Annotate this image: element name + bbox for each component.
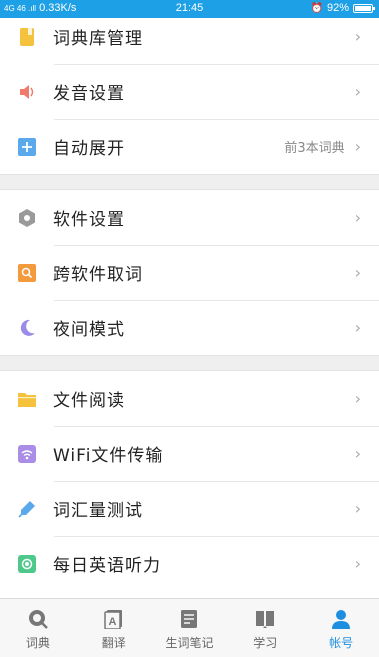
chevron-right-icon: › [354, 554, 361, 573]
chevron-right-icon: › [354, 208, 361, 227]
speaker-icon [18, 83, 36, 101]
night-mode-row[interactable]: 夜间模式 › [0, 300, 379, 355]
settings-group-tools: 文件阅读 › WiFi文件传输 › 词汇量测试 › 每日英语听力 › [0, 371, 379, 591]
software-settings-label: 软件设置 [53, 210, 125, 230]
settings-group-software: 软件设置 › 跨软件取词 › 夜间模式 › [0, 190, 379, 355]
bottom-tab-bar: 词典 A 翻译 生词笔记 学习 帐号 [0, 598, 379, 657]
plus-square-icon [18, 137, 36, 156]
moon-icon [18, 319, 36, 337]
wifi-transfer-label: WiFi文件传输 [53, 446, 164, 466]
cross-app-lookup-row[interactable]: 跨软件取词 › [0, 245, 379, 300]
pronunciation-settings-label: 发音设置 [53, 84, 125, 104]
pronunciation-settings-row[interactable]: 发音设置 › [0, 64, 379, 119]
vocabulary-test-row[interactable]: 词汇量测试 › [0, 481, 379, 536]
dictionary-book-icon [18, 27, 36, 46]
notes-tab-icon [179, 609, 199, 629]
vocabulary-test-label: 词汇量测试 [53, 501, 143, 521]
file-reading-row[interactable]: 文件阅读 › [0, 371, 379, 426]
battery-icon [353, 3, 375, 13]
tab-label: 学习 [253, 636, 278, 650]
settings-list: 词典库管理 › 发音设置 › 自动展开 前3本词典 › 软件设置 › 跨软件取词… [0, 18, 379, 598]
battery-percent: 92% [326, 2, 349, 14]
auto-expand-value: 前3本词典 [284, 141, 345, 156]
chevron-right-icon: › [354, 499, 361, 518]
tab-label: 生词笔记 [165, 636, 214, 650]
settings-group-dictionary: 词典库管理 › 发音设置 › 自动展开 前3本词典 › [0, 18, 379, 174]
chevron-right-icon: › [354, 444, 361, 463]
section-divider [0, 174, 379, 190]
cross-app-lookup-label: 跨软件取词 [53, 265, 143, 285]
pen-icon [18, 500, 36, 518]
auto-expand-row[interactable]: 自动展开 前3本词典 › [0, 119, 379, 174]
auto-expand-label: 自动展开 [53, 139, 125, 159]
wifi-icon [18, 444, 36, 463]
tab-notes[interactable]: 生词笔记 [152, 599, 228, 657]
tab-label: 词典 [25, 636, 50, 650]
headphone-icon [18, 554, 36, 573]
search-tab-icon [28, 609, 48, 629]
tab-label: 翻译 [101, 636, 126, 650]
section-divider [0, 355, 379, 371]
status-bar: 4G 46 .ıll 0.33K/s 21:45 ⏰ 92% [0, 0, 379, 18]
status-right: ⏰ 92% [310, 2, 375, 14]
chevron-right-icon: › [354, 137, 361, 156]
translate-tab-icon: A [103, 609, 124, 630]
chevron-right-icon: › [354, 82, 361, 101]
file-reading-label: 文件阅读 [53, 391, 125, 411]
dictionary-manager-row[interactable]: 词典库管理 › [0, 18, 379, 64]
tab-dictionary[interactable]: 词典 [0, 599, 76, 657]
dictionary-manager-label: 词典库管理 [53, 29, 143, 49]
svg-text:A: A [108, 616, 116, 628]
night-mode-label: 夜间模式 [53, 320, 125, 340]
hexagon-settings-icon [18, 208, 36, 227]
tab-translate[interactable]: A 翻译 [76, 599, 152, 657]
tab-label: 帐号 [329, 636, 354, 650]
alarm-icon: ⏰ [310, 2, 323, 14]
chevron-right-icon: › [354, 389, 361, 408]
search-square-icon [18, 263, 36, 282]
daily-listening-row[interactable]: 每日英语听力 › [0, 536, 379, 591]
tab-study[interactable]: 学习 [227, 599, 303, 657]
folder-icon [18, 390, 36, 408]
chevron-right-icon: › [354, 27, 361, 46]
daily-listening-label: 每日英语听力 [53, 556, 161, 576]
account-tab-icon [331, 609, 351, 629]
tab-account[interactable]: 帐号 [303, 599, 379, 657]
wifi-transfer-row[interactable]: WiFi文件传输 › [0, 426, 379, 481]
chevron-right-icon: › [354, 318, 361, 337]
study-book-tab-icon [255, 609, 275, 629]
software-settings-row[interactable]: 软件设置 › [0, 190, 379, 245]
chevron-right-icon: › [354, 263, 361, 282]
